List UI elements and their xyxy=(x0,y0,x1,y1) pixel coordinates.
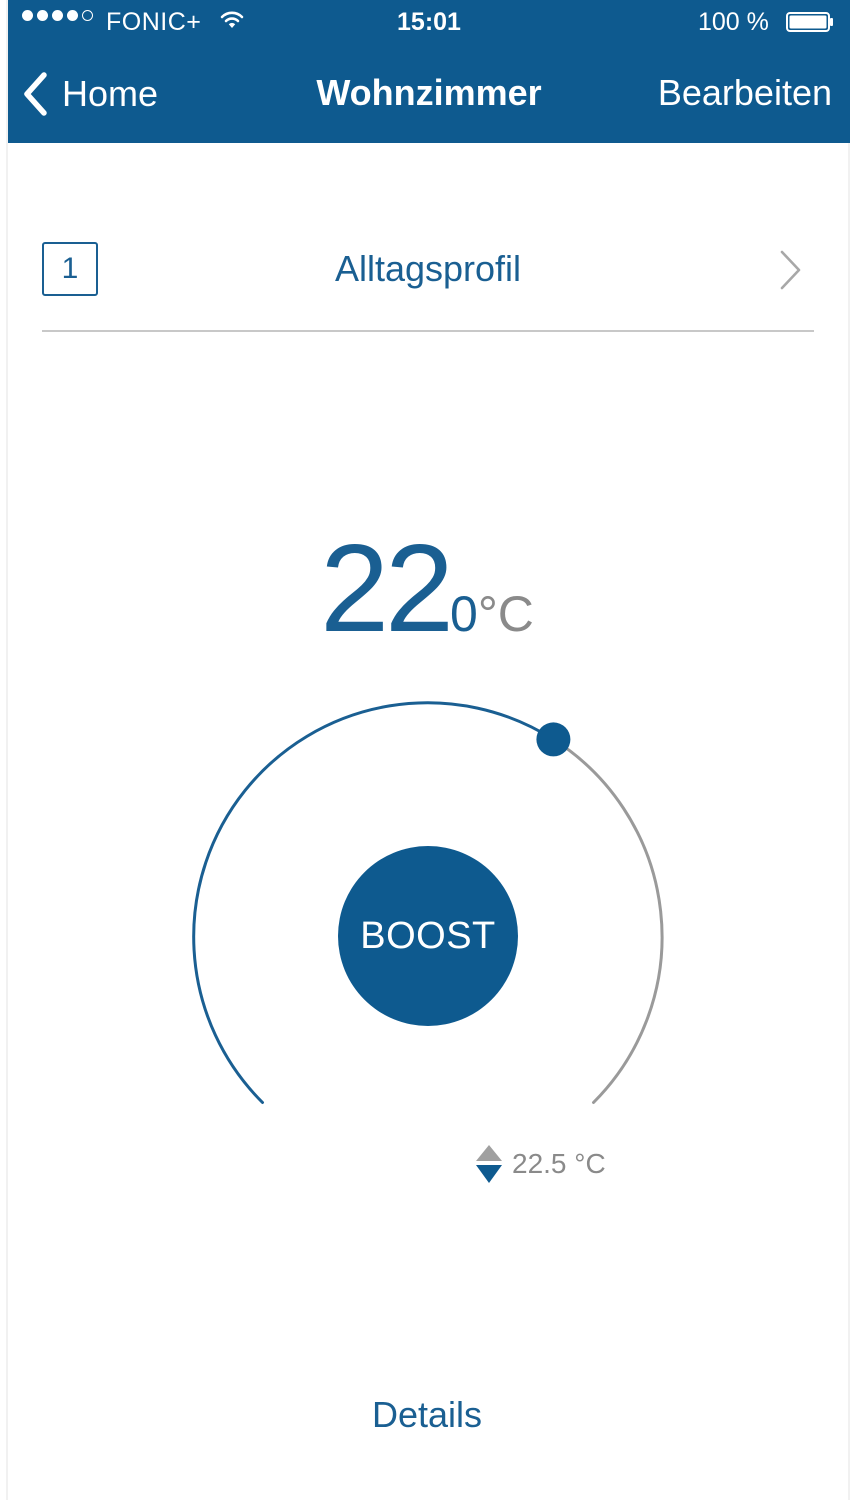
details-link[interactable]: Details xyxy=(0,1394,854,1436)
profile-selector[interactable]: 1 Alltagsprofil xyxy=(42,240,814,332)
dial-knob[interactable] xyxy=(536,722,571,757)
profile-name: Alltagsprofil xyxy=(334,248,522,289)
battery-percent: 100 % xyxy=(698,8,769,36)
edit-button[interactable]: Bearbeiten xyxy=(658,72,832,114)
current-temperature-value: 22.5 °C xyxy=(512,1148,606,1179)
chevron-right-icon xyxy=(780,250,801,290)
header: FONIC+ 15:01 100 % Home Wohnzimmer Bearb… xyxy=(8,0,850,143)
target-temperature-decimal: 0 xyxy=(450,586,478,642)
temperature-dial xyxy=(192,701,664,1104)
current-temperature: 22.5 °C xyxy=(474,1142,606,1186)
target-temperature-unit: °C xyxy=(477,586,534,642)
target-temperature-integer: 22 xyxy=(320,520,454,658)
navigation-bar: Home Wohnzimmer Bearbeiten xyxy=(8,60,850,130)
thermostat-screen: FONIC+ 15:01 100 % Home Wohnzimmer Bearb… xyxy=(0,0,854,1500)
battery-icon xyxy=(786,12,833,32)
status-bar: FONIC+ 15:01 100 % xyxy=(8,0,850,46)
target-temperature: 220°C xyxy=(0,518,854,660)
frame-edge-right xyxy=(848,0,850,1500)
dial-inactive-arc xyxy=(551,737,664,1104)
frame-edge-left xyxy=(6,0,8,1500)
up-down-arrows-icon xyxy=(476,1145,502,1183)
boost-button[interactable]: BOOST xyxy=(338,846,518,1026)
